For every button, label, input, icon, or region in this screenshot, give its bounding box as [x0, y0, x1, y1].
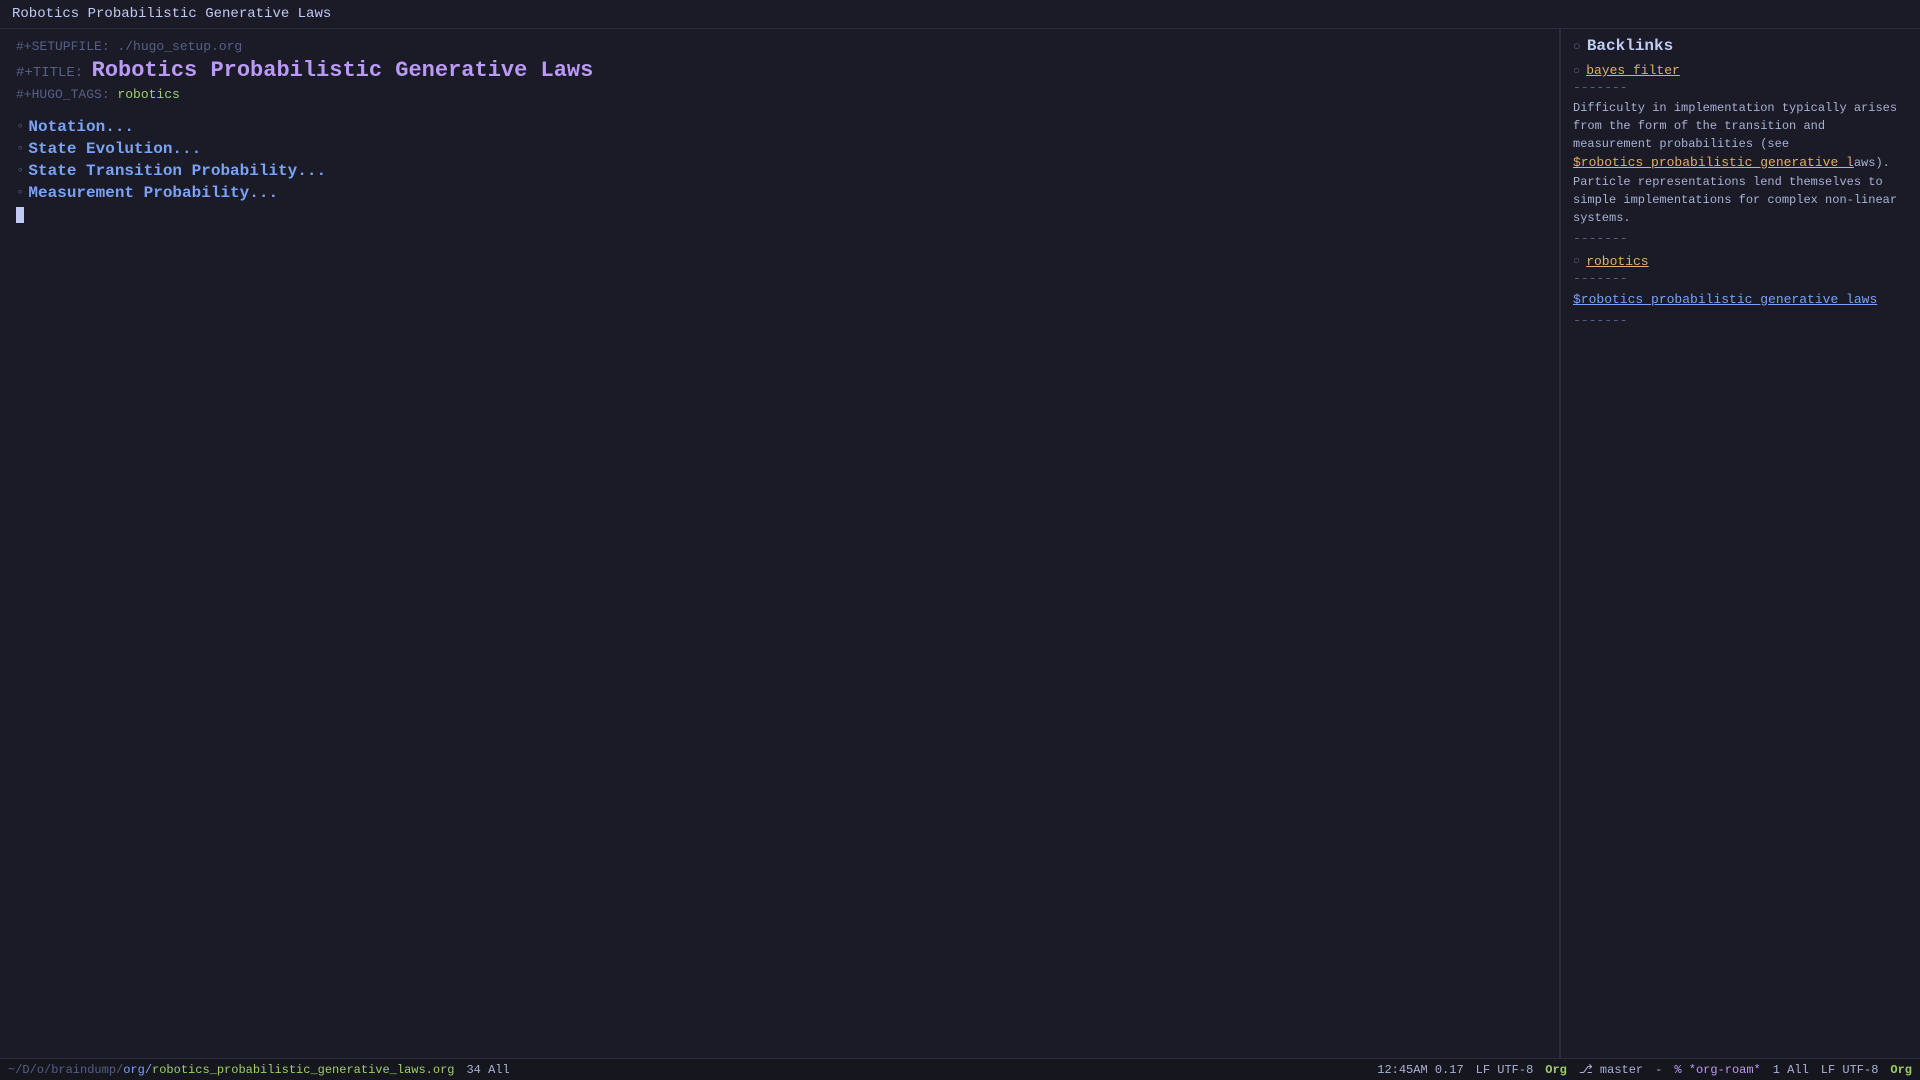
- status-mode-org: Org: [1545, 1063, 1567, 1077]
- backlink-entry-robotics: ○ robotics ------- $robotics_probabilist…: [1573, 254, 1908, 329]
- status-separator: -: [1655, 1063, 1662, 1077]
- cursor-block: [16, 207, 24, 223]
- title-prefix: #+TITLE:: [16, 65, 92, 81]
- status-mode-org2: Org: [1890, 1063, 1912, 1077]
- robotics-link[interactable]: robotics: [1586, 254, 1648, 269]
- backlink-entry-bullet: ○: [1573, 64, 1580, 78]
- status-encoding: LF UTF-8: [1476, 1063, 1534, 1077]
- side-pane: ○ Backlinks ○ bayes_filter ------- Diffi…: [1560, 29, 1920, 1058]
- title-line: #+TITLE: Robotics Probabilistic Generati…: [16, 58, 1543, 83]
- backlink-robotics-bullet: ○: [1573, 254, 1580, 268]
- setupfile-line: #+SETUPFILE: ./hugo_setup.org: [16, 39, 1543, 54]
- hugo-tags-line: #+HUGO_TAGS: robotics: [16, 87, 1543, 102]
- outline-item: ◦State Transition Probability...: [16, 162, 1543, 180]
- backlinks-title: Backlinks: [1587, 37, 1673, 55]
- backlink-special-link[interactable]: $robotics_probabilistic_generative_laws: [1573, 292, 1877, 307]
- outline-item-label: Notation...: [28, 118, 134, 136]
- bayes-filter-link[interactable]: bayes_filter: [1586, 63, 1680, 78]
- status-roam-mode: % *org-roam*: [1674, 1063, 1760, 1077]
- backlink-entry-header: ○ bayes_filter: [1573, 63, 1908, 78]
- backlink-body-text-1-prefix: Difficulty in implementation typically a…: [1573, 101, 1897, 151]
- status-info: 34 All: [466, 1063, 509, 1077]
- status-right: 12:45AM 0.17 LF UTF-8 Org ⎇ master - % *…: [1377, 1062, 1912, 1077]
- outline-bullet: ◦: [16, 119, 24, 135]
- separator-2: -------: [1573, 271, 1908, 286]
- outline-bullet: ◦: [16, 185, 24, 201]
- outline-bullet: ◦: [16, 141, 24, 157]
- backlink-body-link-1[interactable]: $robotics_probabilistic_generative_l: [1573, 155, 1854, 170]
- roam-title-text: Robotics Probabilistic Generative Laws: [12, 6, 331, 22]
- backlinks-header: ○ Backlinks: [1573, 37, 1908, 55]
- outline-item: ◦State Evolution...: [16, 140, 1543, 158]
- status-branch: ⎇ master: [1579, 1062, 1643, 1077]
- backlink-body-text-1: Difficulty in implementation typically a…: [1573, 99, 1908, 227]
- status-page: 1 All: [1773, 1063, 1809, 1077]
- document-title: Robotics Probabilistic Generative Laws: [92, 58, 594, 83]
- backlinks-header-bullet: ○: [1573, 39, 1581, 54]
- outline-item-label: State Evolution...: [28, 140, 201, 158]
- backlink-body-text-2: $robotics_probabilistic_generative_laws: [1573, 290, 1908, 310]
- cursor-line: [16, 206, 1543, 224]
- status-path-dir: org/: [123, 1063, 152, 1077]
- outline-bullet: ◦: [16, 163, 24, 179]
- status-encoding2: LF UTF-8: [1821, 1063, 1879, 1077]
- outline-list: ◦Notation...◦State Evolution...◦State Tr…: [16, 118, 1543, 202]
- outline-item-label: Measurement Probability...: [28, 184, 278, 202]
- separator-1b: -------: [1573, 231, 1908, 246]
- backlink-entry-bayes-filter: ○ bayes_filter ------- Difficulty in imp…: [1573, 63, 1908, 246]
- editor-pane[interactable]: #+SETUPFILE: ./hugo_setup.org #+TITLE: R…: [0, 29, 1560, 1058]
- outline-item: ◦Notation...: [16, 118, 1543, 136]
- status-time: 12:45AM 0.17: [1377, 1063, 1463, 1077]
- backlink-entry-robotics-header: ○ robotics: [1573, 254, 1908, 269]
- separator-2b: -------: [1573, 313, 1908, 328]
- separator-1: -------: [1573, 80, 1908, 95]
- status-path-prefix: ~/D/o/braindump/: [8, 1063, 123, 1077]
- status-bar: ~/D/o/braindump/org/robotics_probabilist…: [0, 1058, 1920, 1080]
- status-left: ~/D/o/braindump/org/robotics_probabilist…: [8, 1063, 510, 1077]
- status-path-file: robotics_probabilistic_generative_laws.o…: [152, 1063, 454, 1077]
- roam-title-bar: Robotics Probabilistic Generative Laws: [0, 0, 1920, 29]
- hugo-tags-value: robotics: [117, 87, 179, 102]
- outline-item: ◦Measurement Probability...: [16, 184, 1543, 202]
- outline-item-label: State Transition Probability...: [28, 162, 326, 180]
